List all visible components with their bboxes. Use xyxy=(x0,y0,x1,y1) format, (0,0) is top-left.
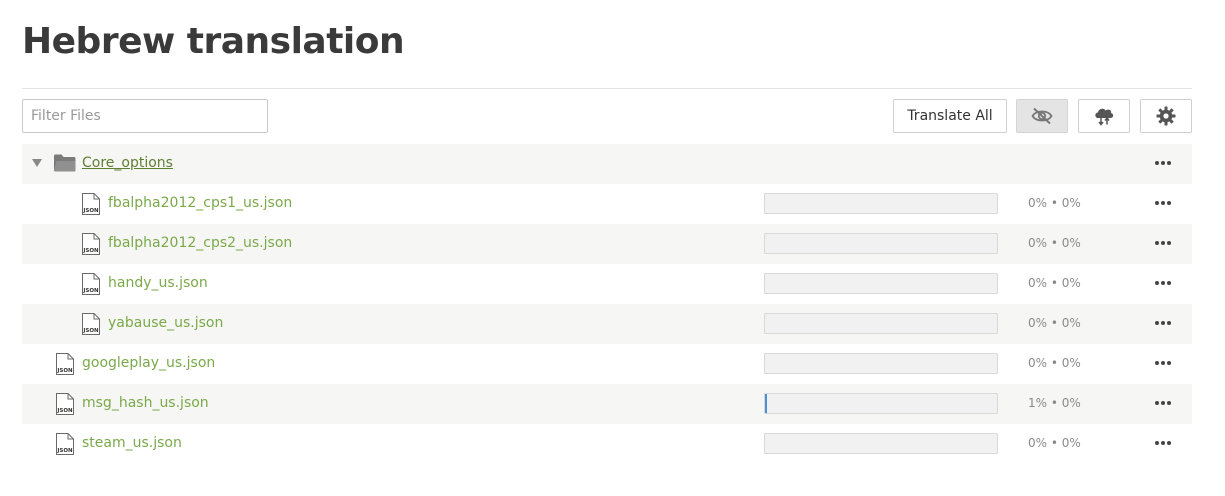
hide-untranslated-button[interactable] xyxy=(1016,99,1068,133)
progress-fill xyxy=(765,394,768,413)
more-options-icon[interactable] xyxy=(1154,196,1172,210)
settings-button[interactable] xyxy=(1140,99,1192,133)
more-options-icon[interactable] xyxy=(1154,356,1172,370)
more-options-icon[interactable] xyxy=(1154,236,1172,250)
more-options-icon[interactable] xyxy=(1154,436,1172,450)
translation-progress-bar xyxy=(764,233,998,254)
json-file-icon: JSON xyxy=(56,353,74,375)
translate-all-button[interactable]: Translate All xyxy=(893,99,1007,133)
eye-slash-icon xyxy=(1031,107,1053,125)
file-row[interactable]: JSON fbalpha2012_cps1_us.json 0% • 0% xyxy=(22,184,1192,224)
file-row[interactable]: JSON googleplay_us.json 0% • 0% xyxy=(22,344,1192,384)
more-options-icon[interactable] xyxy=(1154,276,1172,290)
caret-down-icon[interactable] xyxy=(32,159,42,168)
cloud-sync-icon xyxy=(1095,108,1114,126)
divider xyxy=(22,88,1192,89)
more-options-icon[interactable] xyxy=(1154,316,1172,330)
folder-row[interactable]: Core_options xyxy=(22,144,1192,184)
file-name-link[interactable]: msg_hash_us.json xyxy=(82,395,209,411)
svg-text:JSON: JSON xyxy=(82,248,99,254)
translation-progress-bar xyxy=(764,393,998,414)
svg-text:JSON: JSON xyxy=(56,368,73,374)
progress-stats: 0% • 0% xyxy=(1028,276,1081,290)
translation-progress-bar xyxy=(764,353,998,374)
progress-stats: 1% • 0% xyxy=(1028,396,1081,410)
translation-progress-bar xyxy=(764,193,998,214)
file-row[interactable]: JSON steam_us.json 0% • 0% xyxy=(22,424,1192,464)
file-name-link[interactable]: fbalpha2012_cps1_us.json xyxy=(108,195,292,211)
json-file-icon: JSON xyxy=(56,433,74,455)
file-row[interactable]: JSON msg_hash_us.json 1% • 0% xyxy=(22,384,1192,424)
progress-stats: 0% • 0% xyxy=(1028,196,1081,210)
file-row[interactable]: JSON handy_us.json 0% • 0% xyxy=(22,264,1192,304)
translation-progress-bar xyxy=(764,313,998,334)
file-name-link[interactable]: yabause_us.json xyxy=(108,315,223,331)
gear-icon xyxy=(1156,106,1176,126)
file-name-link[interactable]: handy_us.json xyxy=(108,275,208,291)
progress-stats: 0% • 0% xyxy=(1028,436,1081,450)
translation-progress-bar xyxy=(764,273,998,294)
svg-text:JSON: JSON xyxy=(82,328,99,334)
svg-text:JSON: JSON xyxy=(56,408,73,414)
progress-stats: 0% • 0% xyxy=(1028,356,1081,370)
progress-stats: 0% • 0% xyxy=(1028,236,1081,250)
json-file-icon: JSON xyxy=(82,313,100,335)
file-list: Core_options JSON fbalpha2012_cps1_us.js… xyxy=(22,144,1192,464)
svg-text:JSON: JSON xyxy=(82,208,99,214)
json-file-icon: JSON xyxy=(56,393,74,415)
file-row[interactable]: JSON yabause_us.json 0% • 0% xyxy=(22,304,1192,344)
translation-progress-bar xyxy=(764,433,998,454)
json-file-icon: JSON xyxy=(82,273,100,295)
folder-name-link[interactable]: Core_options xyxy=(82,155,173,171)
progress-stats: 0% • 0% xyxy=(1028,316,1081,330)
more-options-icon[interactable] xyxy=(1154,156,1172,170)
svg-text:JSON: JSON xyxy=(82,288,99,294)
file-row[interactable]: JSON fbalpha2012_cps2_us.json 0% • 0% xyxy=(22,224,1192,264)
upload-download-button[interactable] xyxy=(1078,99,1130,133)
svg-text:JSON: JSON xyxy=(56,448,73,454)
more-options-icon[interactable] xyxy=(1154,396,1172,410)
page-title: Hebrew translation xyxy=(22,21,405,62)
json-file-icon: JSON xyxy=(82,233,100,255)
file-name-link[interactable]: steam_us.json xyxy=(82,435,182,451)
json-file-icon: JSON xyxy=(82,193,100,215)
filter-files-input[interactable] xyxy=(22,99,268,133)
folder-icon xyxy=(54,154,76,172)
file-name-link[interactable]: fbalpha2012_cps2_us.json xyxy=(108,235,292,251)
file-name-link[interactable]: googleplay_us.json xyxy=(82,355,215,371)
